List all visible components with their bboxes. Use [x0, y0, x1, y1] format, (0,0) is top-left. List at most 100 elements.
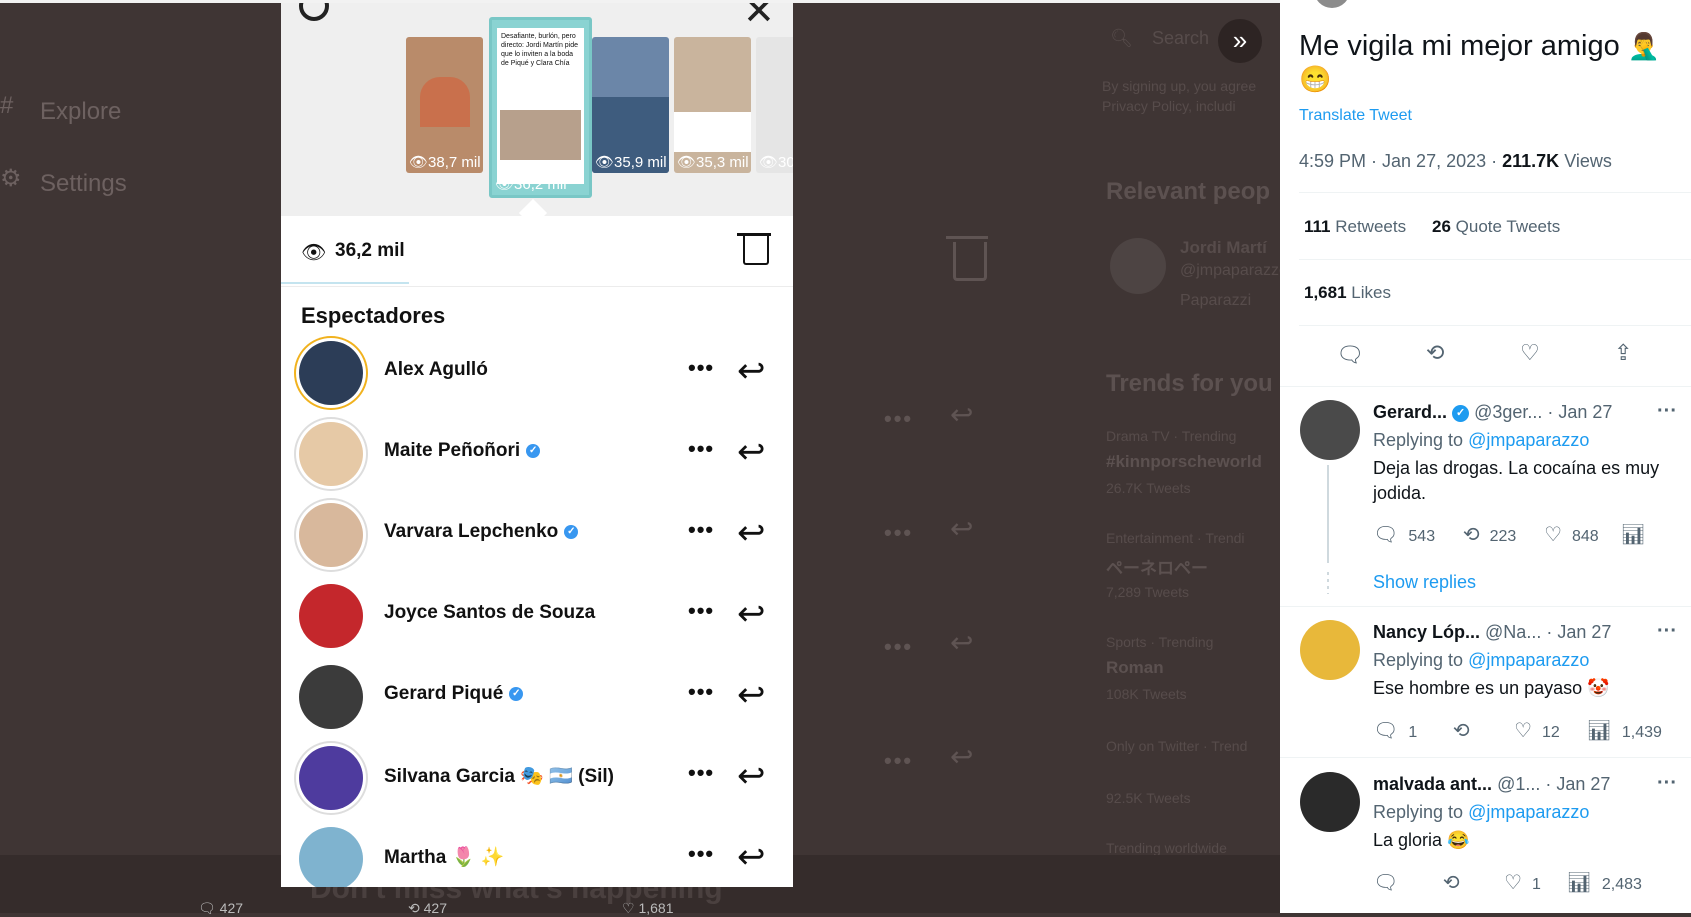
more-options-icon[interactable]: •••	[688, 517, 714, 543]
reply-arrow-icon[interactable]: ↩	[737, 594, 766, 634]
reply-arrow-icon[interactable]: ↩	[737, 432, 766, 472]
share-icon[interactable]: ⇪	[1614, 340, 1632, 366]
story-thumbnail[interactable]: 👁︎38,7 mil	[406, 37, 483, 173]
more-options-icon[interactable]: •••	[688, 436, 714, 462]
retweet-icon[interactable]: ⟲	[1463, 524, 1480, 546]
avatar[interactable]	[299, 503, 363, 567]
avatar[interactable]	[299, 341, 363, 405]
retweet-icon[interactable]: ⟲	[1453, 720, 1470, 742]
reply-arrow-icon[interactable]: ↩	[737, 756, 766, 796]
reply-tweet[interactable]: Nancy Lóp... @Na... · Jan 27 ··· Replyin…	[1280, 620, 1691, 750]
eye-icon: 👁︎	[495, 176, 515, 193]
reply-date[interactable]: · Jan 27	[1545, 774, 1610, 794]
more-options-icon[interactable]: •••	[688, 679, 714, 705]
like-icon[interactable]: ♡	[1520, 340, 1540, 366]
more-options-icon[interactable]: ···	[1657, 772, 1677, 795]
reply-date[interactable]: · Jan 27	[1546, 622, 1611, 642]
translate-tweet-link[interactable]: Translate Tweet	[1299, 107, 1412, 125]
viewer-row[interactable]: Alex Agulló ••• ↩	[281, 337, 793, 419]
expand-button[interactable]: »	[1218, 19, 1262, 63]
tweet-time[interactable]: 4:59 PM · Jan 27, 2023 ·	[1299, 151, 1502, 171]
viewer-row[interactable]: Martha 🌷 ✨ ••• ↩	[281, 823, 793, 887]
retweet-icon[interactable]: ⟲	[1443, 872, 1460, 894]
close-icon[interactable]: ✕	[743, 3, 775, 34]
author-avatar[interactable]	[1314, 0, 1350, 8]
more-options-icon[interactable]: •••	[688, 841, 714, 867]
like-icon[interactable]: ♡	[1504, 872, 1522, 894]
replying-to-link[interactable]: @jmpaparazzo	[1468, 650, 1589, 670]
more-options-icon[interactable]: •••	[688, 355, 714, 381]
reply-date[interactable]: · Jan 27	[1547, 402, 1612, 422]
bg-more-icon: •••	[884, 520, 914, 545]
settings-icon[interactable]	[299, 3, 329, 21]
reply-author-handle[interactable]: @3ger...	[1474, 402, 1542, 422]
story-thumbnail[interactable]: 👁︎35,9 mil	[592, 37, 669, 173]
avatar[interactable]	[299, 665, 363, 729]
search-placeholder: Search	[1152, 28, 1210, 48]
viewer-row[interactable]: Maite Peñoñori ✓ ••• ↩	[281, 418, 793, 500]
reply-arrow-icon[interactable]: ↩	[737, 351, 766, 391]
reply-author-name[interactable]: Nancy Lóp...	[1373, 622, 1480, 642]
like-icon[interactable]: ♡	[1514, 720, 1532, 742]
reply-icon[interactable]: 🗨︎	[1336, 342, 1364, 368]
trend-name: Roman	[1106, 658, 1164, 677]
like-icon[interactable]: ♡	[1544, 524, 1562, 546]
reply-tweet[interactable]: Gerard... ✓ @3ger... · Jan 27 ··· Replyi…	[1280, 400, 1691, 600]
reply-icon[interactable]: 🗨︎	[1373, 872, 1398, 894]
viewer-row[interactable]: Varvara Lepchenko ✓ ••• ↩	[281, 499, 793, 581]
viewer-name: Martha 🌷 ✨	[384, 847, 505, 868]
quote-tweets-stat[interactable]: 26 Quote Tweets	[1432, 217, 1560, 237]
eye-icon: 👁︎	[595, 154, 615, 171]
avatar[interactable]	[1300, 772, 1360, 832]
avatar[interactable]	[299, 584, 363, 648]
views-count: 2,483	[1601, 876, 1642, 893]
nav-settings: Settings	[40, 170, 127, 197]
story-thumbnail-selected[interactable]: Desafiante, burlón, pero directo: Jordi …	[489, 17, 592, 198]
bg-more-icon: •••	[884, 634, 914, 659]
hashtag-icon: #	[0, 92, 14, 119]
heart-icon: ♡	[622, 900, 639, 916]
relevant-people-title: Relevant peop	[1106, 178, 1271, 205]
replying-to-link[interactable]: @jmpaparazzo	[1468, 430, 1589, 450]
more-options-icon[interactable]: ···	[1657, 400, 1677, 423]
more-options-icon[interactable]: •••	[688, 760, 714, 786]
avatar[interactable]	[299, 746, 363, 810]
replying-to-link[interactable]: @jmpaparazzo	[1468, 802, 1589, 822]
reply-tweet[interactable]: malvada ant... @1... · Jan 27 ··· Replyi…	[1280, 772, 1691, 902]
story-thumbnail[interactable]: 👁︎35,3 mil	[674, 37, 751, 173]
reply-arrow-icon[interactable]: ↩	[737, 513, 766, 553]
avatar[interactable]	[1300, 620, 1360, 680]
avatar[interactable]	[299, 422, 363, 486]
trend-context: Trending worldwide	[1106, 840, 1227, 856]
trend-count: 26.7K Tweets	[1106, 480, 1191, 496]
viewer-name: Alex Agulló	[384, 359, 488, 380]
views-icon[interactable]: 📊︎	[1620, 524, 1645, 546]
reply-icon[interactable]: 🗨︎	[1373, 720, 1398, 742]
more-options-icon[interactable]: ···	[1657, 620, 1677, 643]
views-icon[interactable]: 📊︎	[1566, 872, 1591, 894]
reply-author-handle[interactable]: @1...	[1497, 774, 1540, 794]
avatar[interactable]	[299, 827, 363, 887]
story-thumbnail[interactable]: 👁︎30	[756, 37, 793, 173]
reply-author-name[interactable]: malvada ant...	[1373, 774, 1492, 794]
retweets-stat[interactable]: 111 Retweets	[1304, 217, 1406, 237]
viewer-row[interactable]: Gerard Piqué ✓ ••• ↩	[281, 661, 793, 743]
reply-author-handle[interactable]: @Na...	[1485, 622, 1541, 642]
reply-arrow-icon[interactable]: ↩	[737, 675, 766, 715]
trends-title: Trends for you	[1106, 370, 1273, 397]
views-icon[interactable]: 📊︎	[1586, 720, 1611, 742]
viewer-row[interactable]: Joyce Santos de Souza ••• ↩	[281, 580, 793, 662]
reply-count: 543	[1408, 528, 1436, 545]
reply-icon[interactable]: 🗨︎	[1373, 524, 1398, 546]
trash-icon[interactable]	[743, 236, 769, 265]
likes-stat[interactable]: 1,681 Likes	[1304, 283, 1391, 303]
more-options-icon[interactable]: •••	[688, 598, 714, 624]
avatar[interactable]	[1300, 400, 1360, 460]
bottom-replies: 🗨 427	[198, 900, 244, 916]
viewer-row[interactable]: Silvana Garcia 🎭 🇦🇷 (Sil) ••• ↩	[281, 742, 793, 824]
retweet-icon[interactable]: ⟲	[1426, 340, 1444, 366]
show-replies-link[interactable]: Show replies	[1373, 572, 1476, 593]
reply-arrow-icon[interactable]: ↩	[737, 837, 766, 877]
reply-author-name[interactable]: Gerard...	[1373, 402, 1447, 422]
retweet-count: 223	[1489, 528, 1517, 545]
